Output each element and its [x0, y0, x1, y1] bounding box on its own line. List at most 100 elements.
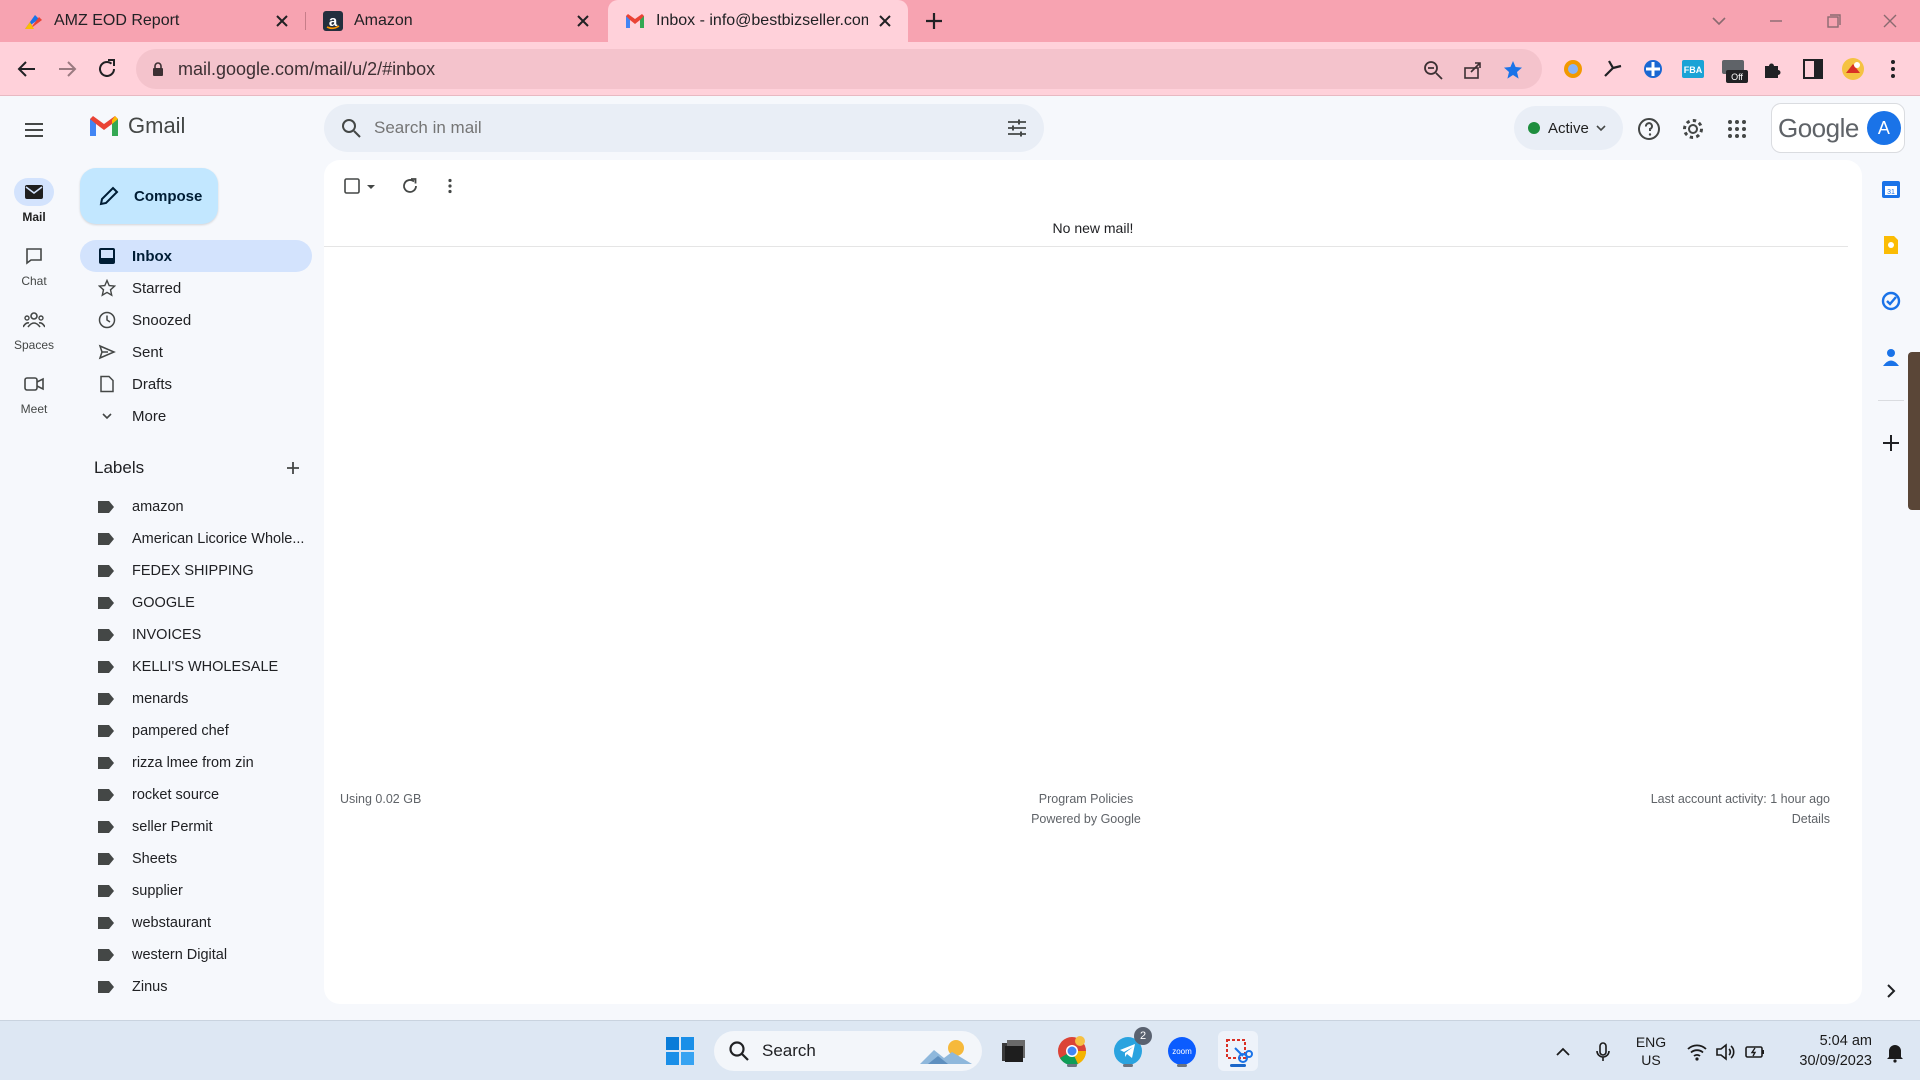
label-item[interactable]: menards [98, 685, 310, 713]
label-item[interactable]: pampered chef [98, 717, 310, 745]
calendar-icon[interactable]: 31 [1880, 178, 1902, 200]
rail-item-mail[interactable]: Mail [0, 178, 68, 224]
address-bar[interactable]: mail.google.com/mail/u/2/#inbox [136, 49, 1542, 89]
extension-orange-icon[interactable] [1560, 56, 1586, 82]
search-icon[interactable] [340, 117, 362, 139]
program-policies-link[interactable]: Program Policies [324, 792, 1848, 806]
label-item[interactable]: webstaurant [98, 909, 310, 937]
tray-chevron-up-icon[interactable] [1552, 1041, 1574, 1063]
compose-button[interactable]: Compose [80, 168, 218, 224]
label-item[interactable]: western Digital [98, 941, 310, 969]
extension-off-icon[interactable]: Off [1720, 56, 1748, 83]
label-item[interactable]: rocket source [98, 781, 310, 809]
new-tab-icon[interactable] [922, 9, 946, 33]
puzzle-icon[interactable] [1760, 56, 1786, 82]
back-icon[interactable] [14, 56, 40, 82]
input-language[interactable]: ENG US [1628, 1033, 1674, 1069]
forward-icon[interactable] [54, 56, 80, 82]
nav-item-inbox[interactable]: Inbox [80, 240, 312, 272]
refresh-icon[interactable] [400, 176, 420, 196]
share-icon[interactable] [1462, 59, 1484, 81]
reload-icon[interactable] [94, 56, 120, 82]
clock[interactable]: 5:04 am 30/09/2023 [1782, 1031, 1872, 1071]
google-account-button[interactable]: Google A [1771, 103, 1905, 153]
nav-label: Sent [132, 343, 163, 361]
settings-gear-icon[interactable] [1680, 116, 1706, 142]
star-icon [98, 279, 116, 297]
microphone-icon[interactable] [1592, 1041, 1614, 1063]
keep-icon[interactable] [1880, 234, 1902, 256]
label-item[interactable]: Zinus [98, 973, 310, 1001]
apps-grid-icon[interactable] [1724, 116, 1750, 142]
select-checkbox[interactable] [342, 176, 362, 196]
close-tab-icon[interactable] [574, 12, 592, 30]
taskbar-zoom[interactable]: zoom [1162, 1031, 1202, 1071]
help-icon[interactable] [1636, 116, 1662, 142]
label-item[interactable]: American Licorice Whole... [98, 525, 310, 553]
tab-amz-eod-report[interactable]: AMZ EOD Report [0, 0, 305, 42]
label-item[interactable]: amazon [98, 493, 310, 521]
rail-item-chat[interactable]: Chat [0, 242, 68, 288]
profile-icon[interactable] [1840, 56, 1866, 82]
extension-fba-icon[interactable]: FBA [1680, 56, 1706, 82]
details-link[interactable]: Details [1792, 812, 1830, 826]
last-account-activity: Last account activity: 1 hour ago [1650, 792, 1830, 806]
gmail-logo[interactable]: Gmail [88, 113, 185, 139]
label-item[interactable]: supplier [98, 877, 310, 905]
label-item[interactable]: Sheets [98, 845, 310, 873]
label-tag-icon [98, 917, 114, 929]
label-item[interactable]: KELLI'S WHOLESALE [98, 653, 310, 681]
restore-icon[interactable] [1820, 8, 1846, 34]
taskbar-snipping-tool[interactable] [1218, 1031, 1258, 1071]
search-options-icon[interactable] [1006, 117, 1028, 139]
chevron-right-icon[interactable] [1880, 980, 1902, 1002]
add-addon-icon[interactable] [1880, 432, 1902, 454]
close-tab-icon[interactable] [273, 12, 291, 30]
taskbar-telegram[interactable]: 2 [1108, 1027, 1152, 1071]
add-label-icon[interactable] [284, 459, 302, 477]
nav-label: Starred [132, 279, 182, 297]
close-tab-icon[interactable] [876, 12, 894, 30]
menu-dots-icon[interactable] [1880, 56, 1906, 82]
nav-item-starred[interactable]: Starred [80, 272, 312, 304]
notifications-icon[interactable] [1884, 1041, 1906, 1063]
nav-item-more[interactable]: More [80, 400, 312, 432]
mail-search-bar[interactable] [324, 104, 1044, 152]
label-item[interactable]: GOOGLE [98, 589, 310, 617]
label-item[interactable]: INVOICES [98, 621, 310, 649]
select-menu-caret-icon[interactable] [364, 176, 378, 196]
running-indicator [1067, 1064, 1077, 1067]
taskbar-search[interactable]: Search [714, 1031, 982, 1071]
taskbar-file-explorer[interactable] [994, 1031, 1034, 1071]
minimize-icon[interactable] [1763, 8, 1789, 34]
wifi-icon[interactable] [1686, 1041, 1708, 1063]
contacts-icon[interactable] [1880, 346, 1902, 368]
zoom-out-icon[interactable] [1422, 59, 1444, 81]
bookmark-star-icon[interactable] [1502, 59, 1524, 81]
google-wordmark: Google [1778, 112, 1859, 143]
extension-arrow-icon[interactable] [1600, 56, 1626, 82]
label-item[interactable]: FEDEX SHIPPING [98, 557, 310, 585]
tab-amazon[interactable]: a Amazon [306, 0, 606, 42]
label-tag-icon [98, 533, 114, 545]
nav-item-snoozed[interactable]: Snoozed [80, 304, 312, 336]
nav-item-drafts[interactable]: Drafts [80, 368, 312, 400]
tasks-icon[interactable] [1880, 290, 1902, 312]
more-options-icon[interactable] [440, 176, 460, 196]
battery-icon[interactable] [1744, 1041, 1766, 1063]
status-selector[interactable]: Active [1514, 106, 1623, 150]
start-button[interactable] [660, 1031, 700, 1071]
search-input[interactable] [374, 118, 974, 138]
label-item[interactable]: rizza lmee from zin [98, 749, 310, 777]
taskbar-chrome[interactable] [1052, 1031, 1092, 1071]
nav-item-sent[interactable]: Sent [80, 336, 312, 368]
sidepanel-icon[interactable] [1800, 56, 1826, 82]
volume-icon[interactable] [1714, 1041, 1736, 1063]
close-window-icon[interactable] [1877, 8, 1903, 34]
tab-search-chevron-icon[interactable] [1706, 8, 1732, 34]
tab-gmail-inbox[interactable]: Inbox - info@bestbizseller.com - [608, 0, 908, 42]
rail-item-spaces[interactable]: Spaces [0, 306, 68, 352]
label-item[interactable]: seller Permit [98, 813, 310, 841]
extension-blue-icon[interactable] [1640, 56, 1666, 82]
rail-item-meet[interactable]: Meet [0, 370, 68, 416]
